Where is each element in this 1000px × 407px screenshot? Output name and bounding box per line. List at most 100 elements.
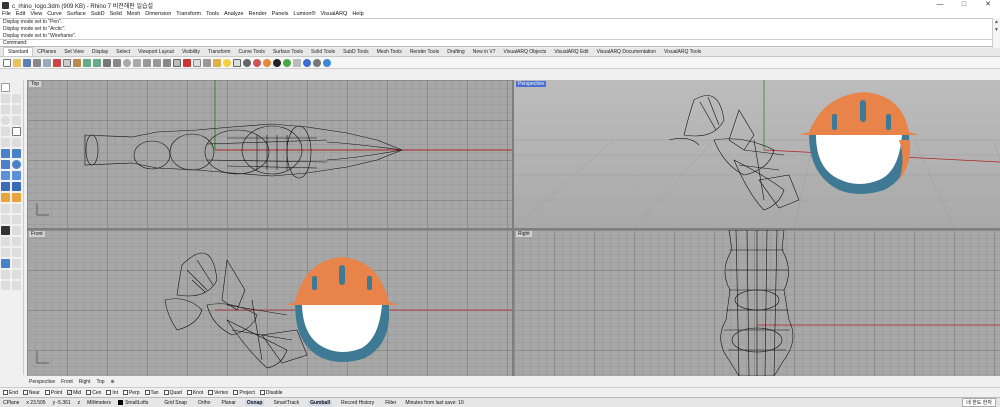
osnap-tan[interactable]: Tan bbox=[144, 390, 159, 396]
menu-curve[interactable]: Curve bbox=[47, 11, 62, 17]
four-viewports-icon[interactable] bbox=[173, 58, 181, 67]
tab-viewport-layout[interactable]: Viewport Layout bbox=[134, 48, 178, 56]
zoom-extents-icon[interactable] bbox=[143, 58, 151, 67]
environment-sphere-icon[interactable] bbox=[283, 58, 291, 67]
pane-grid-snap[interactable]: Grid Snap bbox=[162, 400, 189, 406]
sphere-icon[interactable] bbox=[12, 160, 21, 169]
units-label[interactable]: Millimeters bbox=[87, 400, 111, 406]
viewport-top[interactable]: Top bbox=[27, 80, 512, 228]
menu-help[interactable]: Help bbox=[352, 11, 363, 17]
materials-icon[interactable] bbox=[253, 58, 261, 67]
osnap-mid[interactable]: ✓ Mid bbox=[67, 390, 81, 396]
pan-icon[interactable] bbox=[103, 58, 111, 67]
pane-planar[interactable]: Planar bbox=[219, 400, 237, 406]
osnap-disable[interactable]: Disable bbox=[259, 390, 283, 396]
tab-visibility[interactable]: Visibility bbox=[178, 48, 204, 56]
viewport-label-right[interactable]: Right bbox=[516, 231, 532, 237]
pane-gumball[interactable]: Gumball bbox=[308, 399, 333, 406]
print-icon[interactable] bbox=[33, 58, 41, 67]
arc-icon[interactable] bbox=[12, 116, 21, 125]
pane-record-history[interactable]: Record History bbox=[339, 400, 376, 406]
split-icon[interactable] bbox=[12, 226, 21, 235]
minimize-button[interactable]: — bbox=[928, 0, 952, 10]
viewport-label-front[interactable]: Front bbox=[29, 231, 45, 237]
pane-ortho[interactable]: Ortho bbox=[196, 400, 213, 406]
surface-icon[interactable] bbox=[1, 149, 10, 158]
tab-cplanes[interactable]: CPlanes bbox=[33, 48, 60, 56]
zoom-icon[interactable] bbox=[123, 58, 131, 67]
add-viewport-icon[interactable]: ⊕ bbox=[111, 379, 115, 385]
tab-set-view[interactable]: Set View bbox=[60, 48, 88, 56]
menu-analyze[interactable]: Analyze bbox=[224, 11, 244, 17]
new-file-icon[interactable] bbox=[3, 58, 11, 67]
tab-subd-tools[interactable]: SubD Tools bbox=[339, 48, 372, 56]
tab-visualarq-objects[interactable]: VisualARQ Objects bbox=[500, 48, 551, 56]
rectangle-icon[interactable] bbox=[12, 127, 21, 136]
open-file-icon[interactable] bbox=[13, 58, 21, 67]
close-button[interactable]: ✕ bbox=[976, 0, 1000, 10]
menu-dimension[interactable]: Dimension bbox=[145, 11, 171, 17]
menu-solid[interactable]: Solid bbox=[110, 11, 122, 17]
tab-drafting[interactable]: Drafting bbox=[443, 48, 469, 56]
select-all-icon[interactable] bbox=[183, 58, 191, 67]
line-icon[interactable] bbox=[12, 94, 21, 103]
mirror-icon[interactable] bbox=[1, 215, 10, 224]
copy-icon[interactable] bbox=[63, 58, 71, 67]
menu-transform[interactable]: Transform bbox=[176, 11, 201, 17]
osnap-quad[interactable]: Quad bbox=[163, 390, 182, 396]
vp-tab-perspective[interactable]: Perspective bbox=[29, 379, 55, 385]
color-sphere-icon[interactable] bbox=[263, 58, 271, 67]
menu-tools[interactable]: Tools bbox=[206, 11, 219, 17]
point-icon[interactable] bbox=[12, 83, 21, 92]
options-icon[interactable] bbox=[293, 58, 301, 67]
tab-transform[interactable]: Transform bbox=[204, 48, 235, 56]
redo-icon[interactable] bbox=[93, 58, 101, 67]
import-icon[interactable] bbox=[43, 58, 51, 67]
menu-panels[interactable]: Panels bbox=[272, 11, 289, 17]
menu-lumion[interactable]: Lumion® bbox=[293, 11, 315, 17]
polygon-icon[interactable] bbox=[1, 138, 10, 147]
tab-visualarq-edit[interactable]: VisualARQ Edit bbox=[550, 48, 592, 56]
properties-icon[interactable] bbox=[233, 58, 241, 67]
camera-icon[interactable] bbox=[1, 270, 10, 279]
mesh-icon[interactable] bbox=[1, 171, 10, 180]
ellipse-icon[interactable] bbox=[1, 127, 10, 136]
solid-box-icon[interactable] bbox=[1, 160, 10, 169]
osnap-knot[interactable]: Knot bbox=[186, 390, 203, 396]
layer-indicator[interactable]: SmallLofts bbox=[118, 400, 155, 406]
menu-visualarq[interactable]: VisualARQ bbox=[321, 11, 348, 17]
light-bulb-icon[interactable] bbox=[223, 58, 231, 67]
scroll-up-icon[interactable]: ▲ bbox=[993, 18, 1000, 26]
tab-display[interactable]: Display bbox=[88, 48, 112, 56]
osnap-perp[interactable]: Perp bbox=[122, 390, 140, 396]
tab-select[interactable]: Select bbox=[112, 48, 134, 56]
vp-tab-right[interactable]: Right bbox=[79, 379, 91, 385]
osnap-near[interactable]: Near bbox=[22, 390, 40, 396]
subd-icon[interactable] bbox=[12, 171, 21, 180]
extrude-icon[interactable] bbox=[12, 149, 21, 158]
help-icon[interactable] bbox=[303, 58, 311, 67]
text-icon[interactable] bbox=[12, 138, 21, 147]
group-icon[interactable] bbox=[1, 248, 10, 257]
pane-smarttrack[interactable]: SmartTrack bbox=[271, 400, 301, 406]
pane-osnap[interactable]: Osnap bbox=[244, 399, 265, 406]
menu-view[interactable]: View bbox=[30, 11, 42, 17]
viewport-label-perspective[interactable]: Perspective bbox=[516, 81, 547, 87]
zoom-window-icon[interactable] bbox=[133, 58, 141, 67]
osnap-cen[interactable]: Cen bbox=[86, 390, 101, 396]
select-arrow-icon[interactable] bbox=[1, 83, 10, 92]
tab-new-in-v7[interactable]: New in V7 bbox=[469, 48, 500, 56]
zoom-selected-icon[interactable] bbox=[153, 58, 161, 67]
analyze-icon[interactable] bbox=[1, 259, 10, 268]
grid-icon[interactable] bbox=[12, 281, 21, 290]
explode-icon[interactable] bbox=[12, 237, 21, 246]
scroll-down-icon[interactable]: ▼ bbox=[993, 26, 1000, 34]
render-icon[interactable] bbox=[12, 259, 21, 268]
render-sphere-icon[interactable] bbox=[243, 58, 251, 67]
tab-visualarq-tools[interactable]: VisualARQ Tools bbox=[660, 48, 705, 56]
cut-icon[interactable] bbox=[53, 58, 61, 67]
cplane-label[interactable]: CPlane bbox=[3, 400, 19, 406]
save-icon[interactable] bbox=[23, 58, 31, 67]
move-icon[interactable] bbox=[1, 193, 10, 202]
polyline-icon[interactable] bbox=[1, 94, 10, 103]
